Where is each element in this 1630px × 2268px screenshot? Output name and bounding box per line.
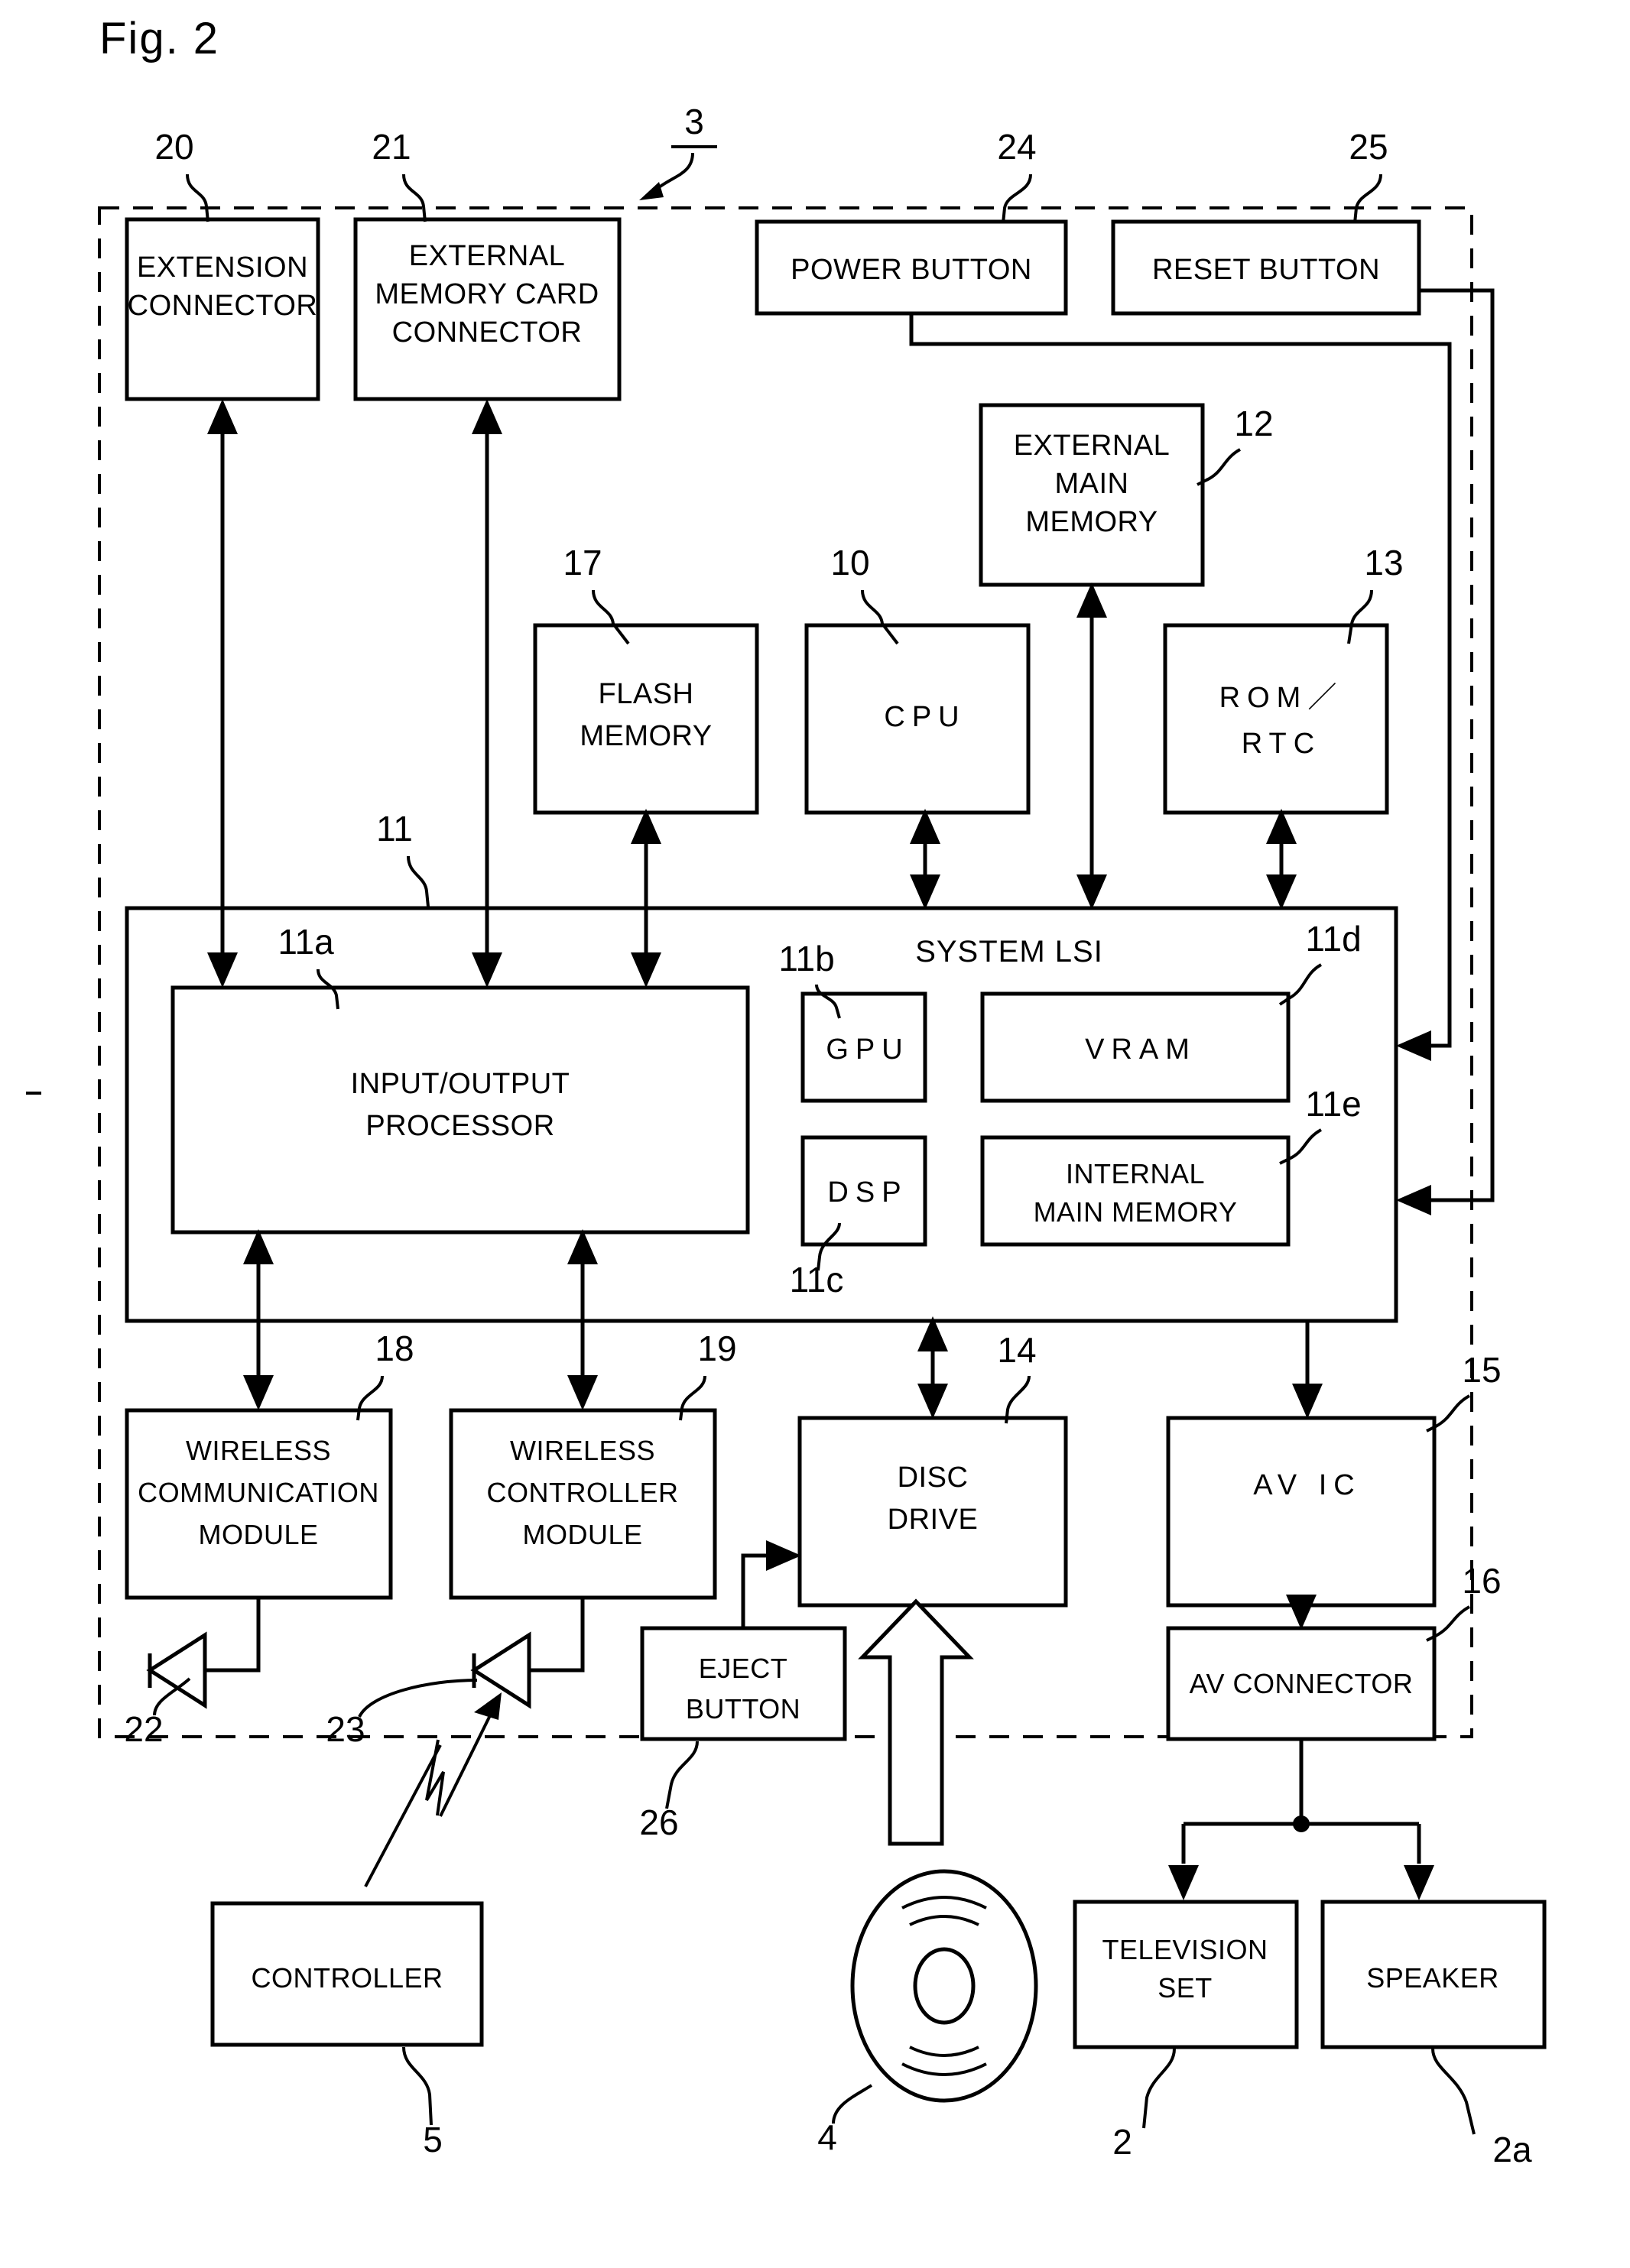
- disc-drive-label-line2: DRIVE: [888, 1504, 979, 1536]
- external-memory-card-label-line1: EXTERNAL: [409, 240, 566, 272]
- arrow-up-extension-connector: [207, 399, 238, 434]
- block-internal-main-memory[interactable]: [980, 1135, 1291, 1247]
- dsp-label: DSP: [827, 1176, 908, 1209]
- block-flash-memory[interactable]: [533, 623, 759, 815]
- arrow-down-rom-to-lsi: [1266, 874, 1297, 910]
- arrow-down-emm-to-lsi: [1076, 874, 1107, 910]
- arrow-down-disc-drive: [917, 1384, 948, 1419]
- external-main-memory-label-line3: MEMORY: [1025, 506, 1158, 538]
- io-processor-label-line2: PROCESSOR: [365, 1110, 554, 1142]
- eject-button-label-line2: BUTTON: [686, 1693, 800, 1725]
- block-rom-rtc[interactable]: [1163, 623, 1389, 815]
- wireless-comm-label-line1: WIRELESS: [186, 1435, 331, 1466]
- ref-number-17: 17: [563, 543, 602, 582]
- extension-connector-label-line1: EXTENSION: [137, 251, 308, 284]
- arrow-eject-to-disc-drive: [766, 1540, 801, 1571]
- extension-connector-label-line2: CONNECTOR: [128, 290, 318, 322]
- arrow-down-av-ic: [1292, 1384, 1323, 1419]
- ref-number-22: 22: [124, 1709, 163, 1749]
- ref-number-12: 12: [1234, 404, 1273, 443]
- wire-antenna-communication: [205, 1598, 261, 1673]
- av-connector-label: AV CONNECTOR: [1190, 1668, 1414, 1699]
- av-ic-label: AV IC: [1253, 1469, 1361, 1501]
- arrow-up-external-main-memory: [1076, 582, 1107, 618]
- television-set-label-line1: TELEVISION: [1102, 1934, 1268, 1965]
- ref-number-14: 14: [997, 1330, 1036, 1370]
- block-diagram: Fig. 2 3 EXTENSION CONNECTOR 20 EXTERNAL…: [26, 14, 1547, 2169]
- controller-label: CONTROLLER: [251, 1962, 443, 1994]
- ref-number-11b: 11b: [778, 939, 834, 978]
- ref-number-11c: 11c: [790, 1260, 844, 1299]
- flash-memory-label-line1: FLASH: [599, 678, 694, 710]
- wireless-link-zigzag: [425, 1739, 445, 1816]
- antenna-icon-controller: [470, 1631, 531, 1709]
- television-set-label-line2: SET: [1158, 1972, 1213, 2004]
- flash-memory-label-line2: MEMORY: [580, 720, 712, 752]
- wireless-comm-label-line3: MODULE: [198, 1519, 318, 1550]
- ref-number-11a: 11a: [278, 922, 334, 962]
- ref-number-16: 16: [1462, 1561, 1501, 1601]
- arrow-down-wireless-ctrl: [567, 1375, 598, 1410]
- ref-number-11e: 11e: [1305, 1084, 1361, 1124]
- internal-main-memory-label-line2: MAIN MEMORY: [1034, 1196, 1238, 1228]
- ref-number-system: 3: [684, 102, 704, 141]
- ref-number-20: 20: [154, 127, 193, 167]
- arrow-down-television: [1168, 1865, 1199, 1900]
- power-button-label: POWER BUTTON: [791, 254, 1032, 286]
- eject-button-label-line1: EJECT: [699, 1653, 788, 1684]
- ref-number-24: 24: [997, 127, 1036, 167]
- arrow-wireless-link: [474, 1692, 502, 1720]
- rom-rtc-label-line2: RTC: [1242, 728, 1321, 760]
- ref-number-10: 10: [830, 543, 869, 582]
- speaker-label: SPEAKER: [1366, 1962, 1499, 1994]
- figure-page: Fig. 2 3 EXTENSION CONNECTOR 20 EXTERNAL…: [0, 0, 1630, 2268]
- external-main-memory-label-line2: MAIN: [1055, 468, 1129, 500]
- wireless-ctrl-label-line2: CONTROLLER: [486, 1477, 678, 1508]
- wire-antenna-controller: [529, 1598, 585, 1673]
- external-memory-card-label-line3: CONNECTOR: [392, 316, 583, 349]
- external-main-memory-label-line1: EXTERNAL: [1014, 430, 1171, 462]
- arrow-reset-button-into-lsi: [1396, 1185, 1431, 1215]
- disc-drive-label-line1: DISC: [898, 1462, 969, 1494]
- optical-disc-hole: [913, 1947, 976, 2025]
- arrow-up-memory-card: [472, 399, 502, 434]
- io-processor-label-line1: INPUT/OUTPUT: [351, 1068, 570, 1100]
- ref-number-19: 19: [697, 1329, 736, 1368]
- ref-number-26: 26: [639, 1802, 678, 1842]
- ref-number-11d: 11d: [1305, 919, 1361, 959]
- cpu-label: CPU: [884, 701, 966, 733]
- ref-number-2: 2: [1112, 2122, 1132, 2162]
- ref-number-21: 21: [372, 127, 411, 167]
- reset-button-label: RESET BUTTON: [1152, 254, 1380, 286]
- wireless-ctrl-label-line1: WIRELESS: [510, 1435, 655, 1466]
- ref-number-18: 18: [375, 1329, 414, 1368]
- arrow-down-av-connector: [1286, 1595, 1317, 1630]
- ref-number-5: 5: [423, 2120, 443, 2159]
- ref-number-11: 11: [376, 809, 413, 848]
- block-av-ic[interactable]: [1166, 1416, 1437, 1608]
- disc-insert-arrow-icon: [858, 1598, 974, 1846]
- gpu-label: GPU: [826, 1033, 909, 1066]
- arrow-power-button-into-lsi: [1396, 1030, 1431, 1061]
- internal-main-memory-label-line1: INTERNAL: [1066, 1158, 1205, 1189]
- wire-eject-button: [741, 1553, 787, 1627]
- ref-number-25: 25: [1349, 127, 1388, 167]
- wireless-ctrl-label-line3: MODULE: [522, 1519, 642, 1550]
- antenna-icon-communication: [146, 1631, 207, 1709]
- arrow-down-wireless-comm: [243, 1375, 274, 1410]
- ref-number-13: 13: [1364, 543, 1403, 582]
- arrow-down-speaker: [1404, 1865, 1434, 1900]
- figure-title: Fig. 2: [99, 14, 219, 63]
- ref-number-15: 15: [1462, 1350, 1501, 1390]
- wireless-link-line-lower: [364, 1744, 442, 1887]
- wireless-comm-label-line2: COMMUNICATION: [138, 1477, 379, 1508]
- system-lsi-title: SYSTEM LSI: [915, 935, 1103, 969]
- ref-number-2a: 2a: [1492, 2130, 1532, 2169]
- vram-label: VRAM: [1085, 1033, 1197, 1066]
- external-memory-card-label-line2: MEMORY CARD: [375, 278, 599, 310]
- wireless-link-line-upper: [439, 1704, 497, 1817]
- arrow-down-cpu-to-lsi: [910, 874, 940, 910]
- rom-rtc-label-line1: ROM／: [1219, 682, 1344, 714]
